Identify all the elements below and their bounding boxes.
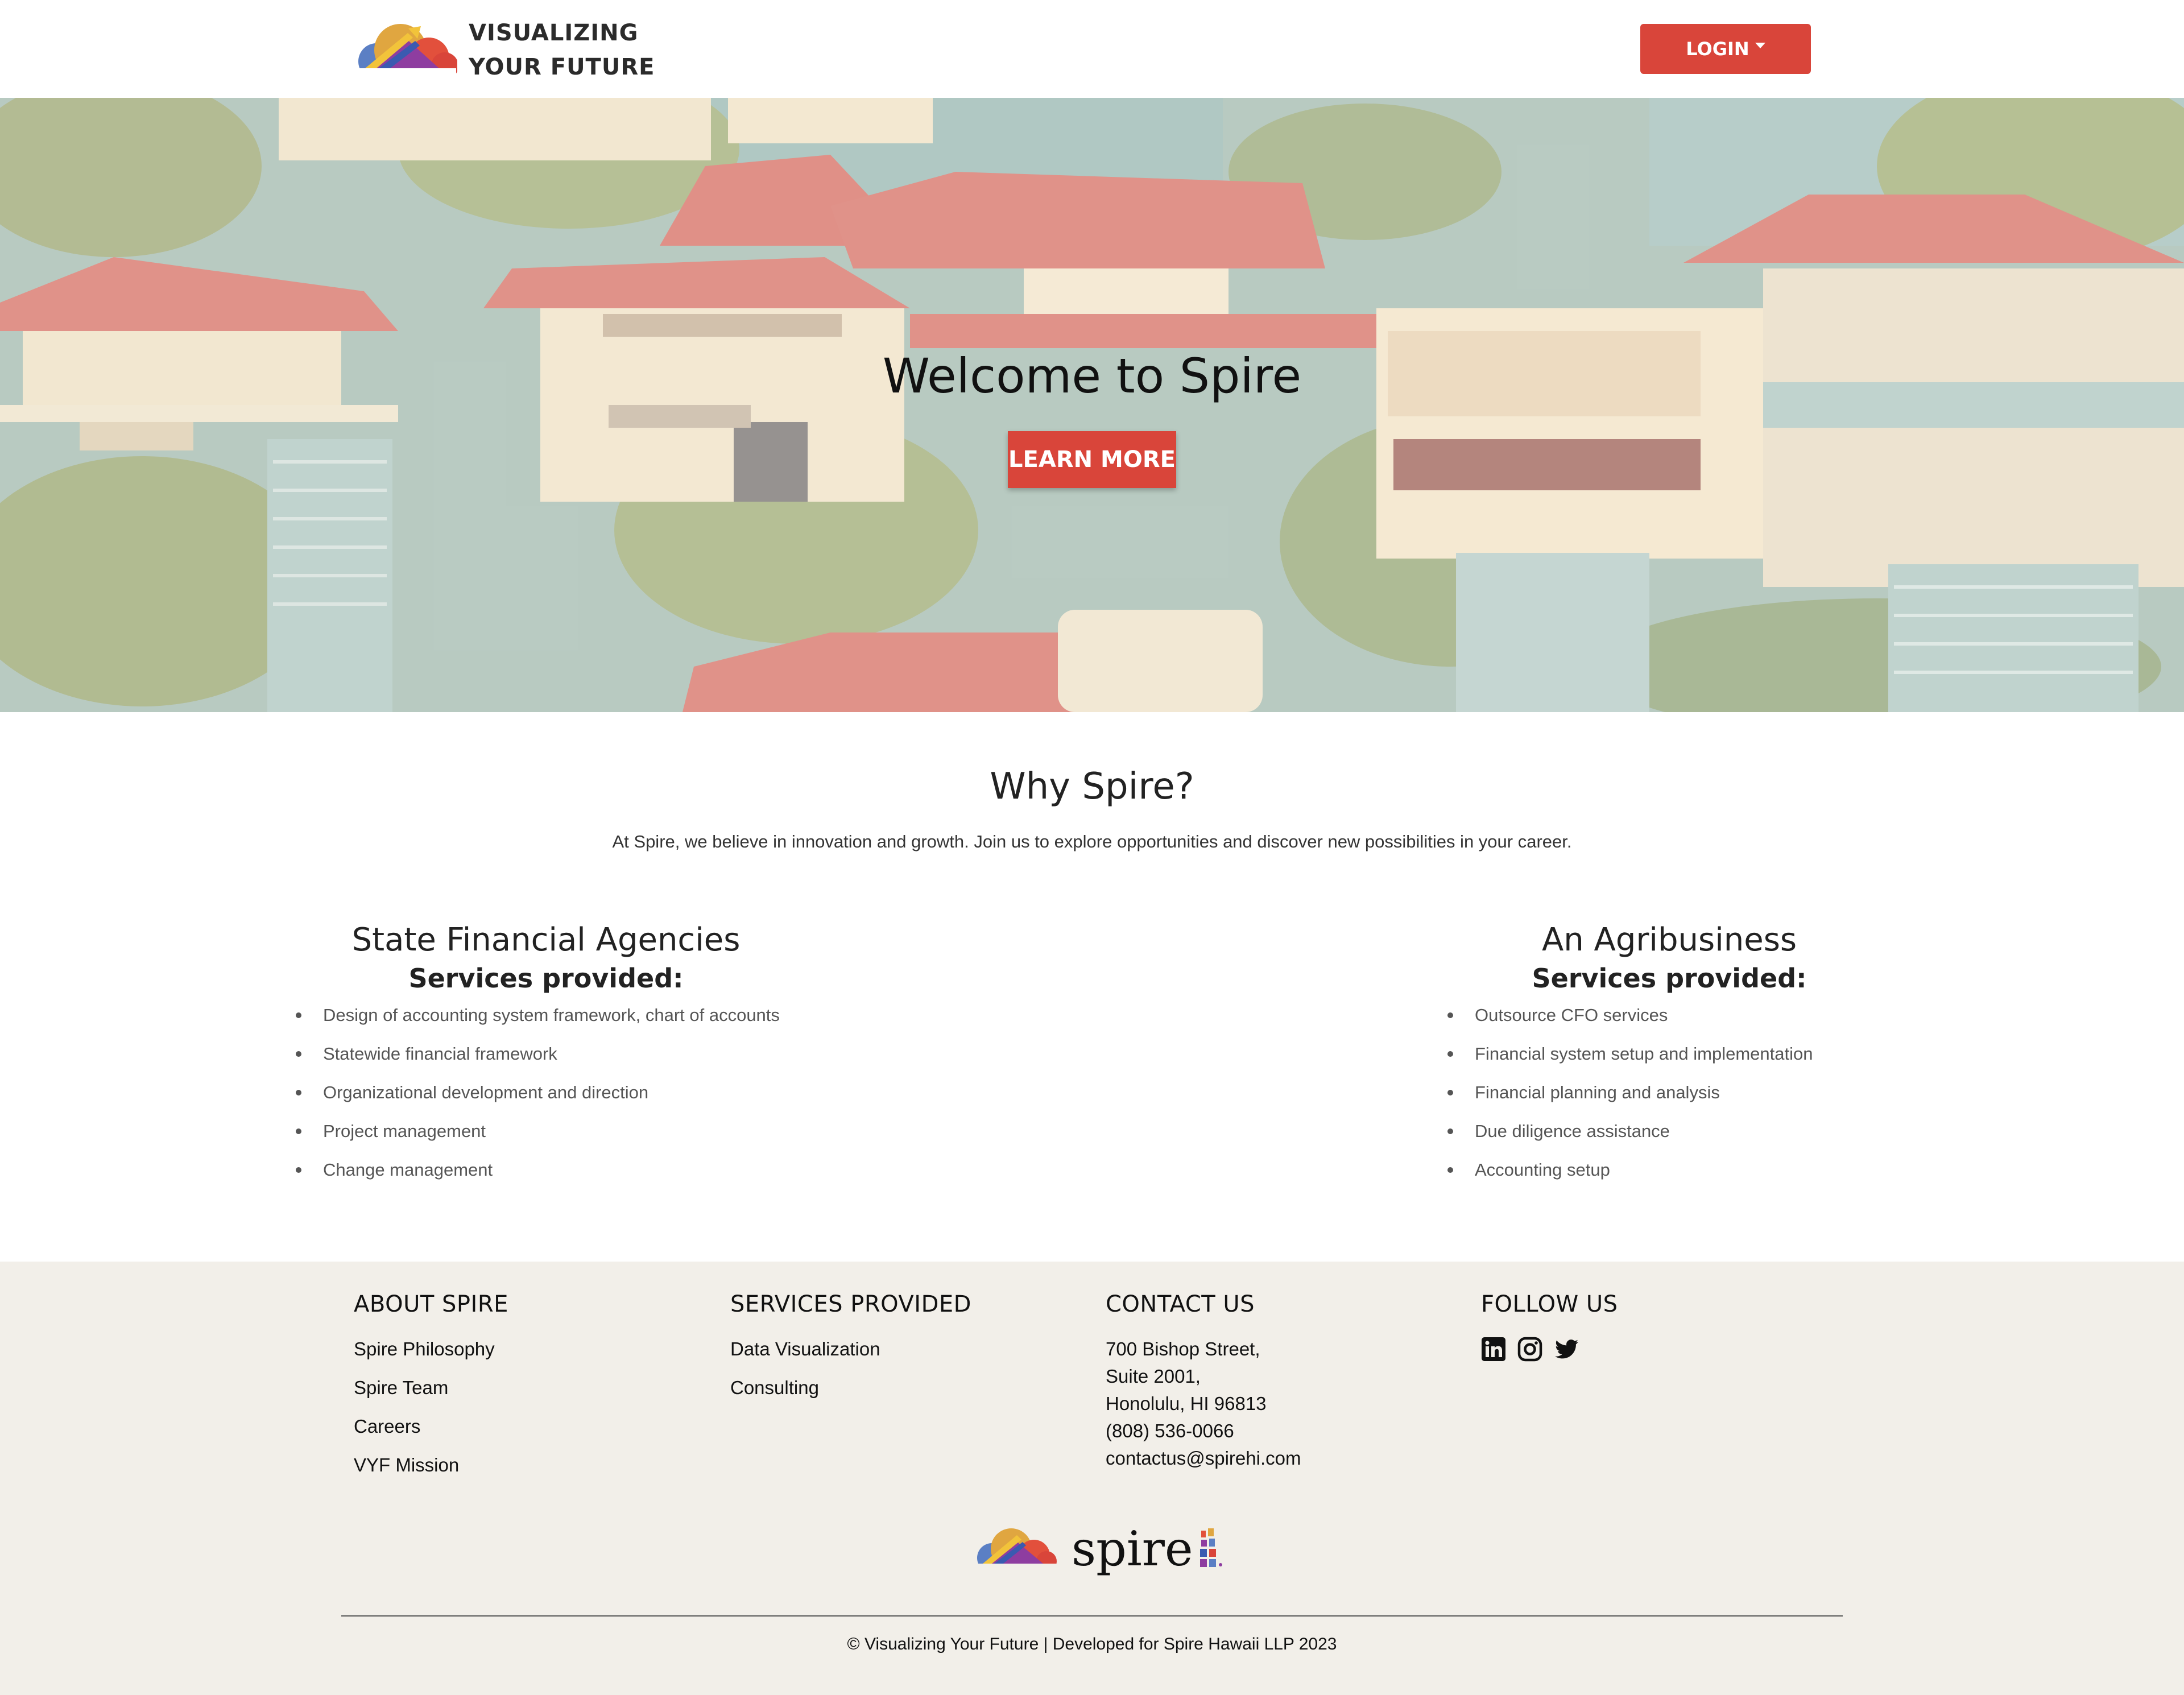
contact-phone[interactable]: (808) 536-0066 (1106, 1417, 1301, 1445)
hero-title: Welcome to Spire (882, 348, 1302, 404)
list-item: Statewide financial framework (296, 1041, 796, 1080)
hero-overlay (0, 98, 2184, 712)
footer-services-heading: SERVICES PROVIDED (730, 1291, 971, 1317)
list-item: Accounting setup (1447, 1157, 1891, 1196)
list-item: Project management (296, 1119, 796, 1157)
brand-link[interactable]: VISUALIZING YOUR FUTURE (354, 16, 655, 84)
footer-contact-column: CONTACT US 700 Bishop Street, Suite 2001… (1106, 1279, 1301, 1472)
services-right-list: Outsource CFO services Financial system … (1447, 1003, 1891, 1196)
services-left-list: Design of accounting system framework, c… (296, 1003, 796, 1196)
hero-banner: Welcome to Spire LEARN MORE (0, 98, 2184, 712)
brand-line-2: YOUR FUTURE (469, 54, 655, 80)
contact-suite: Suite 2001, (1106, 1366, 1201, 1387)
login-dropdown-button[interactable]: LOGIN (1640, 24, 1811, 74)
footer-link-data-visualization[interactable]: Data Visualization (730, 1330, 971, 1369)
footer-contact-heading: CONTACT US (1106, 1291, 1255, 1317)
footer-link-philosophy[interactable]: Spire Philosophy (354, 1330, 508, 1369)
footer-link-consulting[interactable]: Consulting (730, 1369, 971, 1407)
contact-city: Honolulu, HI 96813 (1106, 1393, 1267, 1414)
list-item: Design of accounting system framework, c… (296, 1003, 796, 1041)
social-links (1481, 1337, 1618, 1362)
cloud-logo-icon (358, 24, 457, 80)
footer-about-column: ABOUT SPIRE Spire Philosophy Spire Team … (354, 1279, 508, 1485)
brand-line-1: VISUALIZING (469, 20, 639, 46)
footer-services-column: SERVICES PROVIDED Data Visualization Con… (730, 1279, 971, 1407)
list-item: Outsource CFO services (1447, 1003, 1891, 1041)
twitter-icon[interactable] (1554, 1337, 1579, 1362)
footer-about-heading: ABOUT SPIRE (354, 1291, 508, 1317)
copyright-text: © Visualizing Your Future | Developed fo… (847, 1635, 1337, 1653)
footer-divider (341, 1615, 1843, 1617)
services-right-subtitle: Services provided: (1532, 963, 1807, 994)
spire-bars-icon (1199, 1528, 1222, 1567)
footer-link-vyf-mission[interactable]: VYF Mission (354, 1446, 508, 1485)
cloud-logo-icon (974, 1528, 1057, 1572)
instagram-icon[interactable] (1517, 1337, 1542, 1362)
list-item: Financial system setup and implementatio… (1447, 1041, 1891, 1080)
footer-follow-heading: FOLLOW US (1481, 1291, 1618, 1317)
why-title: Why Spire? (990, 766, 1194, 808)
services-right-title: An Agribusiness (1541, 921, 1797, 958)
footer: ABOUT SPIRE Spire Philosophy Spire Team … (0, 1262, 2184, 1695)
list-item: Financial planning and analysis (1447, 1080, 1891, 1119)
footer-follow-column: FOLLOW US (1481, 1279, 1618, 1362)
footer-link-careers[interactable]: Careers (354, 1407, 508, 1446)
footer-logo: spire (974, 1523, 1225, 1574)
contact-email[interactable]: contactus@spirehi.com (1106, 1445, 1301, 1472)
linkedin-icon[interactable] (1481, 1337, 1506, 1362)
why-text: At Spire, we believe in innovation and g… (612, 832, 1572, 851)
login-label: LOGIN (1686, 38, 1749, 60)
services-left-column: State Financial Agencies Services provid… (296, 921, 796, 1196)
footer-link-team[interactable]: Spire Team (354, 1369, 508, 1407)
services-left-subtitle: Services provided: (408, 963, 684, 994)
footer-logo-word: spire (1072, 1521, 1193, 1577)
list-item: Change management (296, 1157, 796, 1196)
caret-down-icon (1755, 43, 1765, 48)
navbar: VISUALIZING YOUR FUTURE LOGIN (0, 0, 2184, 98)
list-item: Organizational development and direction (296, 1080, 796, 1119)
learn-more-button[interactable]: LEARN MORE (1008, 431, 1176, 488)
list-item: Due diligence assistance (1447, 1119, 1891, 1157)
brand-text: VISUALIZING YOUR FUTURE (469, 16, 655, 84)
services-right-column: An Agribusiness Services provided: Outso… (1447, 921, 1891, 1196)
contact-street: 700 Bishop Street, (1106, 1338, 1260, 1359)
services-left-title: State Financial Agencies (351, 921, 741, 958)
